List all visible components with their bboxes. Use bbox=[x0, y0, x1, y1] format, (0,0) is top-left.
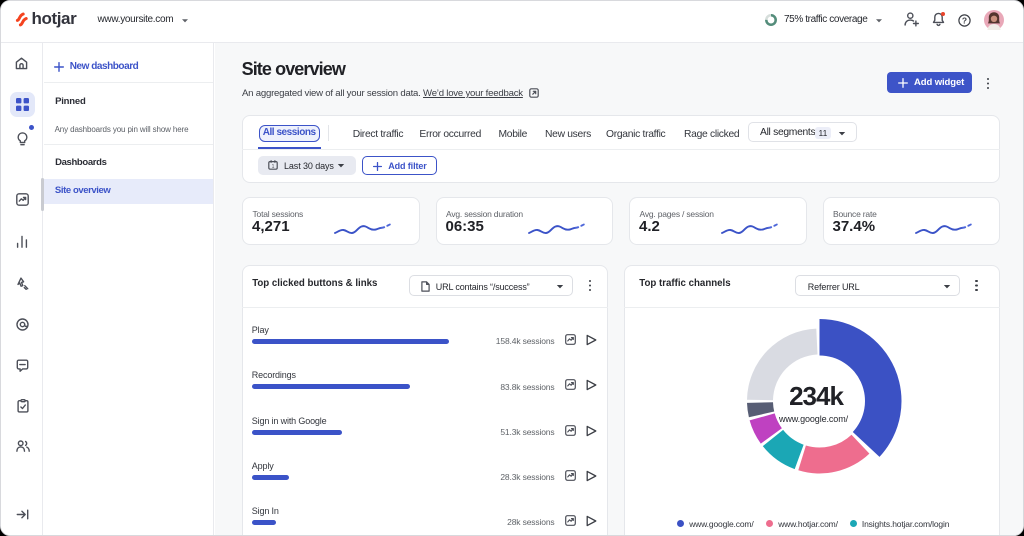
svg-text:1: 1 bbox=[272, 164, 275, 170]
svg-text:?: ? bbox=[961, 15, 966, 25]
